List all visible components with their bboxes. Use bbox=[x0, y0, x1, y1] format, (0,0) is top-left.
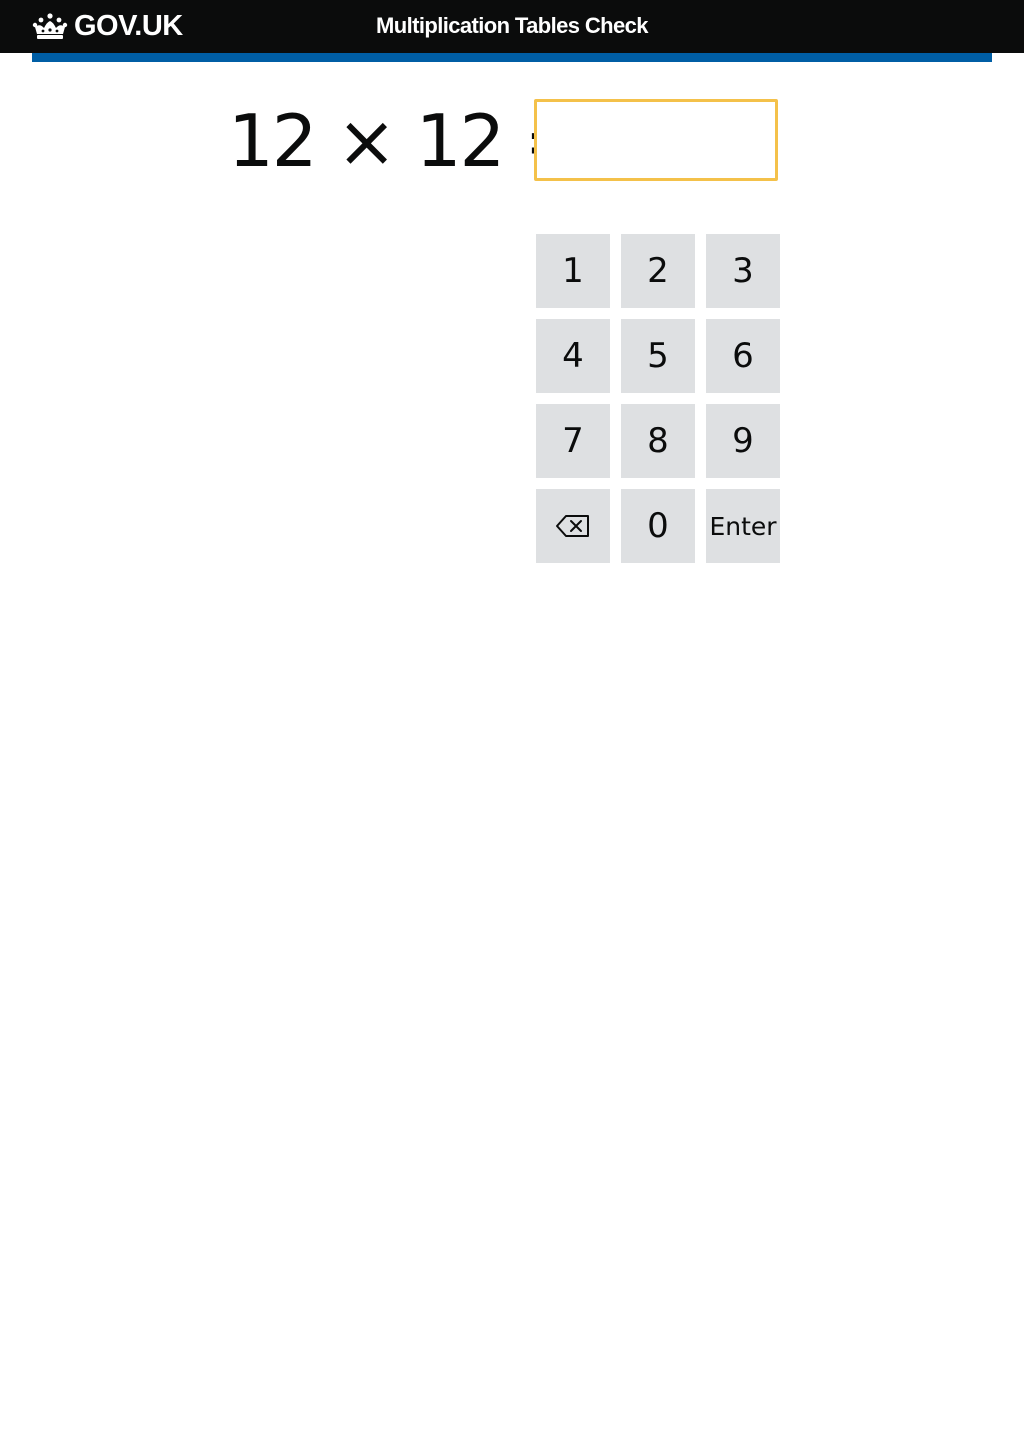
backspace-icon bbox=[556, 515, 589, 537]
backspace-button[interactable] bbox=[536, 489, 610, 563]
key-5[interactable]: 5 bbox=[621, 319, 695, 393]
key-0[interactable]: 0 bbox=[621, 489, 695, 563]
key-7[interactable]: 7 bbox=[536, 404, 610, 478]
brand-name: GOV.UK bbox=[74, 10, 183, 42]
key-9[interactable]: 9 bbox=[706, 404, 780, 478]
enter-button[interactable]: Enter bbox=[706, 489, 780, 563]
key-8[interactable]: 8 bbox=[621, 404, 695, 478]
key-3[interactable]: 3 bbox=[706, 234, 780, 308]
answer-input[interactable] bbox=[534, 99, 778, 181]
site-header: GOV.UK Multiplication Tables Check bbox=[0, 0, 1024, 53]
number-keypad: 1 2 3 4 5 6 7 8 9 0 Enter bbox=[536, 234, 781, 564]
header-accent-bar bbox=[32, 53, 992, 62]
key-1[interactable]: 1 bbox=[536, 234, 610, 308]
service-name[interactable]: Multiplication Tables Check bbox=[300, 10, 724, 42]
question-text: 12 × 12 = bbox=[228, 99, 585, 183]
govuk-logo-link[interactable]: GOV.UK bbox=[32, 10, 183, 42]
key-2[interactable]: 2 bbox=[621, 234, 695, 308]
key-6[interactable]: 6 bbox=[706, 319, 780, 393]
key-4[interactable]: 4 bbox=[536, 319, 610, 393]
crown-icon bbox=[32, 13, 68, 39]
